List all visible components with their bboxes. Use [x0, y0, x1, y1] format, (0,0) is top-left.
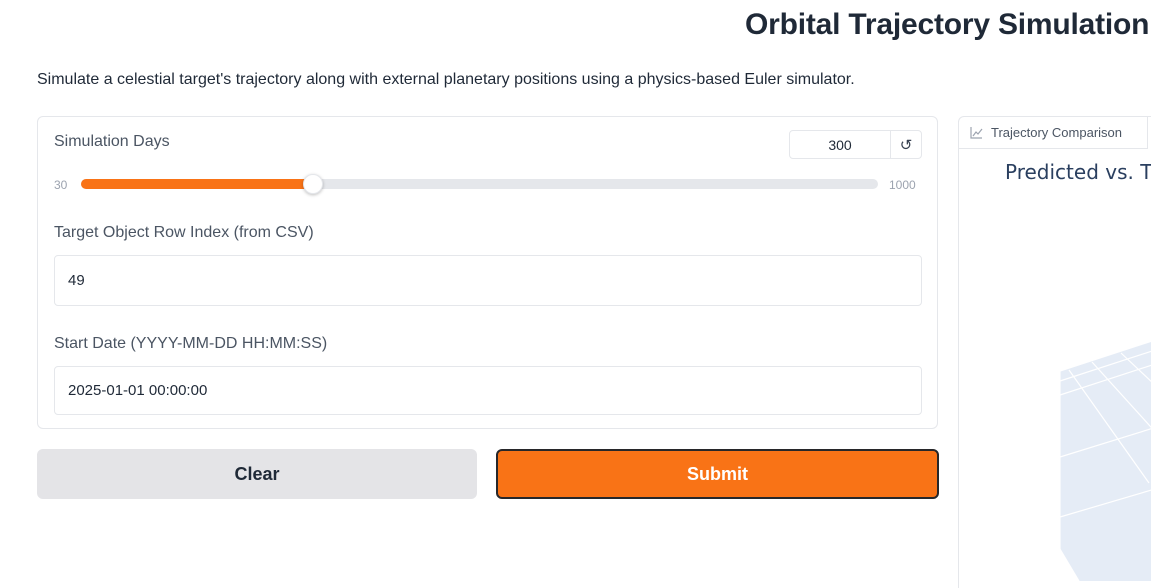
tab-label: Trajectory Comparison — [991, 125, 1123, 140]
output-plot-panel: Trajectory Comparison Predicted vs. T — [958, 116, 1151, 588]
start-date-input[interactable] — [54, 366, 922, 415]
page-title: Orbital Trajectory Simulation — [745, 8, 1150, 41]
target-index-label: Target Object Row Index (from CSV) — [54, 224, 314, 241]
submit-button[interactable]: Submit — [496, 449, 939, 499]
clear-button[interactable]: Clear — [37, 449, 477, 499]
reset-button[interactable]: ↺ — [890, 131, 921, 158]
tab-trajectory-comparison[interactable]: Trajectory Comparison — [959, 117, 1148, 149]
slider-thumb[interactable] — [302, 174, 323, 194]
simulation-days-slider[interactable] — [81, 174, 878, 194]
simulation-days-number-box: ↺ — [789, 130, 922, 159]
plot-title: Predicted vs. T — [1005, 160, 1151, 184]
simulation-days-label: Simulation Days — [54, 133, 170, 150]
slider-min-label: 30 — [54, 178, 68, 192]
target-index-input[interactable] — [54, 255, 922, 306]
slider-fill — [81, 179, 313, 189]
start-date-label: Start Date (YYYY-MM-DD HH:MM:SS) — [54, 335, 328, 352]
page-description: Simulate a celestial target's trajectory… — [37, 71, 855, 88]
plot-3d-scene[interactable] — [959, 117, 1151, 588]
chart-icon — [970, 127, 983, 139]
simulation-days-number-input[interactable] — [790, 131, 890, 158]
slider-max-label: 1000 — [889, 178, 916, 192]
reset-icon: ↺ — [899, 136, 913, 154]
input-form-panel: Simulation Days ↺ 30 1000 Target Object … — [37, 116, 938, 429]
